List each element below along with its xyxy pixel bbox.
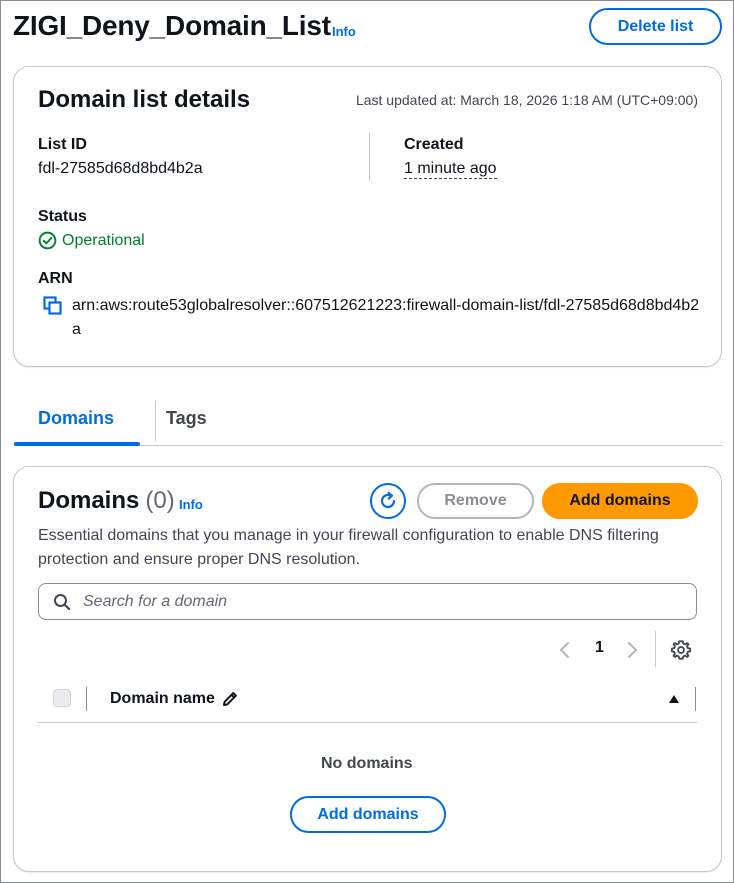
column-separator: [86, 687, 87, 711]
page-number[interactable]: 1: [595, 639, 604, 657]
details-card: Domain list details Last updated at: Mar…: [13, 66, 722, 367]
domains-heading: Domains (0): [38, 487, 175, 515]
search-box: [38, 583, 697, 620]
tab-tags[interactable]: Tags: [166, 408, 207, 429]
created-label: Created: [404, 136, 464, 153]
arn-value: arn:aws:route53globalresolver::607512621…: [72, 297, 700, 338]
domains-info-link[interactable]: Info: [179, 497, 203, 512]
domains-title: Domains: [38, 487, 140, 514]
last-updated-text: Last updated at: March 18, 2026 1:18 AM …: [355, 92, 698, 108]
search-input[interactable]: [81, 591, 641, 612]
refresh-icon: [378, 491, 398, 511]
status-value: Operational: [62, 231, 145, 249]
copy-icon[interactable]: [43, 296, 63, 316]
column-header-domain-name[interactable]: Domain name: [110, 690, 239, 708]
details-title: Domain list details: [38, 86, 251, 113]
chevron-left-icon[interactable]: [558, 641, 572, 664]
gear-icon[interactable]: [670, 639, 692, 666]
empty-add-domains-button[interactable]: Add domains: [290, 796, 446, 833]
domains-count: (0): [145, 487, 175, 514]
created-value[interactable]: 1 minute ago: [404, 160, 497, 179]
search-icon: [53, 593, 71, 611]
details-divider: [369, 133, 370, 181]
status-indicator: Operational: [38, 231, 145, 250]
domains-card: Domains (0) Info Remove Add domains Esse…: [13, 466, 722, 872]
table-header-line: [38, 722, 697, 723]
column-header-label: Domain name: [110, 690, 215, 707]
sort-up-icon[interactable]: [668, 694, 680, 704]
pager-divider: [655, 631, 656, 667]
remove-button[interactable]: Remove: [417, 483, 534, 519]
tab-domains[interactable]: Domains: [38, 408, 114, 429]
arn-label: ARN: [38, 270, 73, 287]
tab-active-indicator: [14, 442, 140, 446]
status-label: Status: [38, 208, 87, 225]
chevron-right-icon[interactable]: [625, 641, 639, 664]
tab-bar: Domains Tags: [14, 398, 722, 446]
tab-separator: [155, 401, 156, 441]
column-separator-end: [695, 687, 696, 711]
select-all-checkbox[interactable]: [53, 689, 71, 707]
list-id-value: fdl-27585d68d8bd4b2a: [38, 160, 203, 177]
add-domains-button[interactable]: Add domains: [542, 483, 698, 519]
list-id-label: List ID: [38, 136, 87, 153]
title-info-link[interactable]: Info: [332, 24, 356, 39]
delete-list-button[interactable]: Delete list: [589, 8, 722, 45]
success-circle-icon: [38, 231, 57, 250]
empty-state-title: No domains: [321, 755, 413, 772]
refresh-button[interactable]: [370, 483, 406, 519]
pencil-icon: [221, 690, 239, 708]
domains-description: Essential domains that you manage in you…: [38, 527, 659, 568]
page-title: ZIGI_Deny_Domain_List: [13, 10, 331, 41]
